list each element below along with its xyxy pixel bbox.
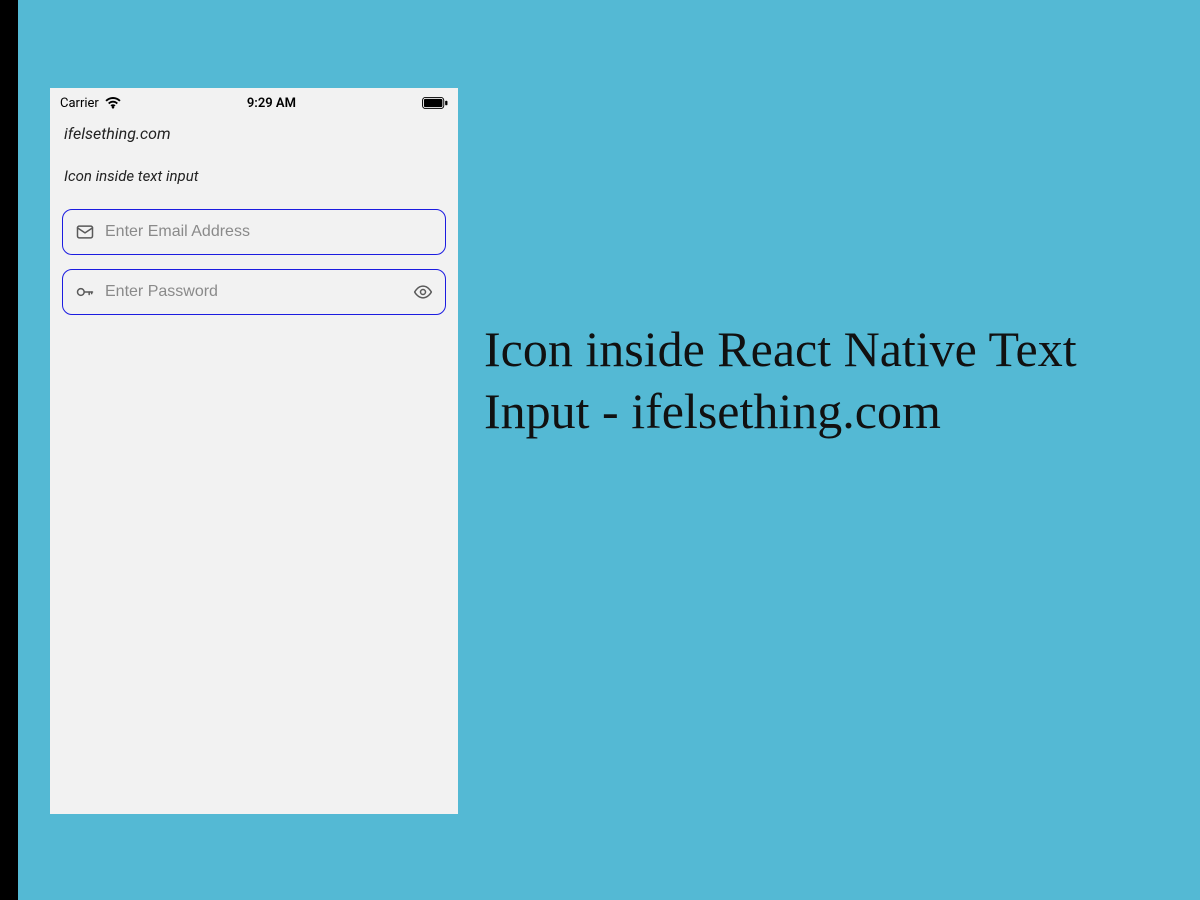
- email-input[interactable]: [105, 223, 433, 241]
- wifi-icon: [105, 97, 121, 109]
- app-subtitle: Icon inside text input: [50, 143, 458, 195]
- phone-frame: Carrier 9:29 AM ifelsething.com Icon ins…: [50, 88, 458, 814]
- page-headline: Icon inside React Native Text Input - if…: [484, 318, 1184, 442]
- app-title: ifelsething.com: [50, 114, 458, 143]
- canvas: Carrier 9:29 AM ifelsething.com Icon ins…: [18, 0, 1200, 900]
- left-strip: [0, 0, 18, 900]
- carrier-label: Carrier: [60, 96, 99, 111]
- eye-icon[interactable]: [413, 282, 433, 302]
- battery-icon: [422, 97, 448, 109]
- password-field-container: [62, 269, 446, 315]
- email-field-container: [62, 209, 446, 255]
- status-bar: Carrier 9:29 AM: [50, 88, 458, 114]
- mail-icon: [75, 222, 95, 242]
- status-time: 9:29 AM: [247, 96, 296, 111]
- key-icon: [75, 282, 95, 302]
- password-input[interactable]: [105, 283, 403, 301]
- status-left: Carrier: [60, 96, 121, 111]
